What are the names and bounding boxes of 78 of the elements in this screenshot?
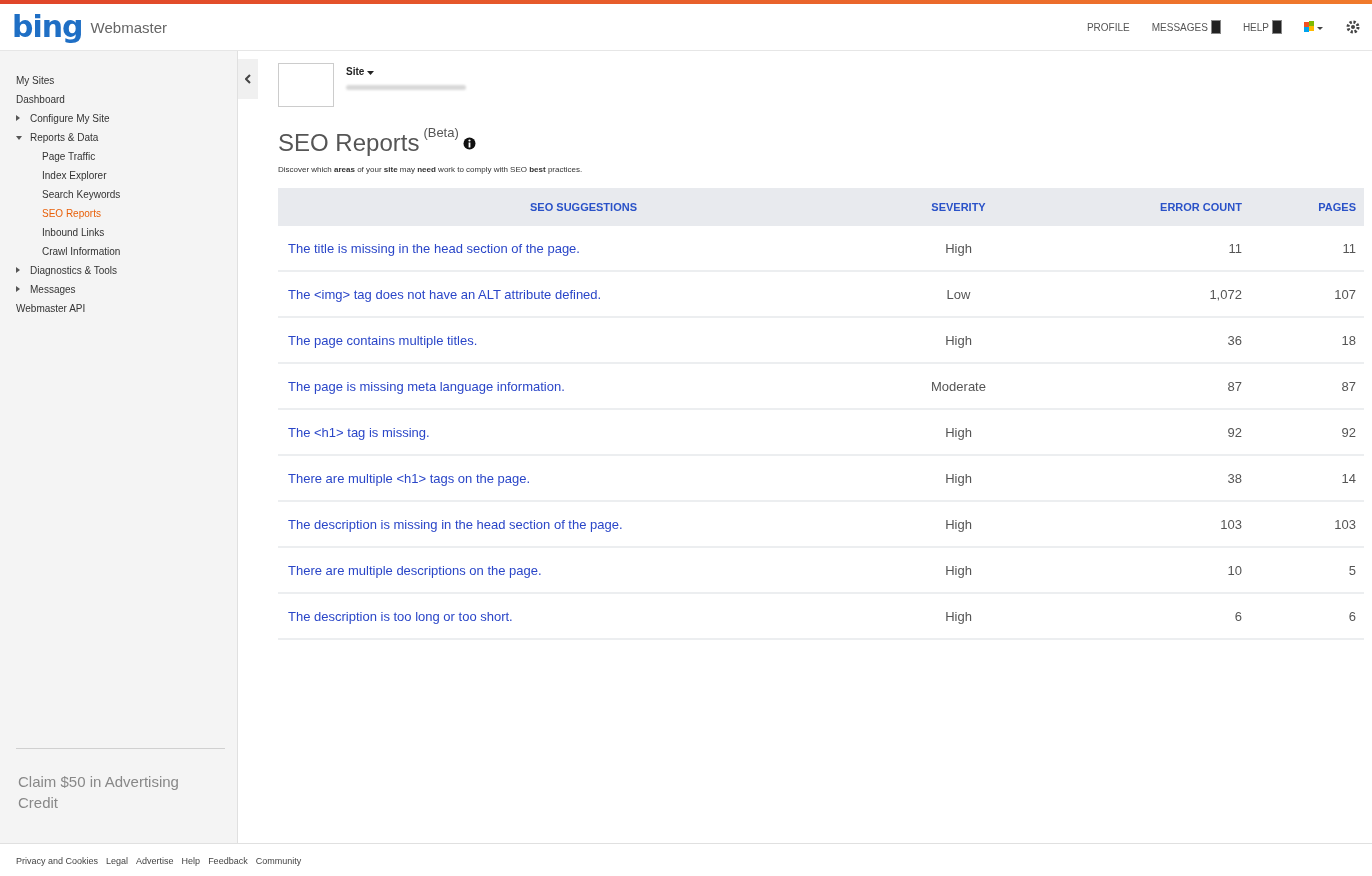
table-cell: High: [889, 226, 1028, 271]
table-cell: 36: [1028, 317, 1250, 363]
caret-down-icon: [16, 136, 22, 140]
settings-icon[interactable]: [1346, 20, 1360, 34]
sidebar-item[interactable]: Diagnostics & Tools: [16, 261, 237, 280]
nav-link[interactable]: PROFILE: [1086, 21, 1130, 33]
caret-down-icon: [367, 71, 375, 75]
caret-right-icon: [16, 267, 20, 273]
table-cell: 92: [1249, 409, 1364, 455]
sidebar-item[interactable]: My Sites: [16, 71, 237, 90]
suggestion-link[interactable]: The description is missing in the head section of the page.: [278, 501, 889, 547]
suggestion-link[interactable]: The description is too long or too short.: [278, 593, 889, 639]
table-cell: Moderate: [889, 363, 1028, 409]
footer-link[interactable]: Feedback: [208, 855, 248, 866]
table-cell: 18: [1249, 317, 1364, 363]
table-cell: 6: [1028, 593, 1250, 639]
column-header[interactable]: SEO SUGGESTIONS: [278, 188, 889, 226]
suggestion-link[interactable]: The page contains multiple titles.: [278, 317, 889, 363]
table-cell: 6: [1249, 593, 1364, 639]
sidebar-item[interactable]: Webmaster API: [16, 299, 237, 318]
table-cell: High: [889, 593, 1028, 639]
footer-link[interactable]: Advertise: [136, 855, 174, 866]
collapse-button[interactable]: [238, 59, 258, 99]
site-thumbnail: [278, 63, 334, 107]
sidebar-item[interactable]: Configure My Site: [16, 109, 237, 128]
page-description: Discover which areas of your site may need work to comply with SEO best practices.: [278, 165, 584, 174]
table-cell: 38: [1028, 455, 1250, 501]
table-cell: 11: [1249, 226, 1364, 271]
logo[interactable]: bing: [12, 12, 83, 42]
caret-right-icon: [16, 115, 20, 121]
sidebar-item[interactable]: Reports & Data: [16, 128, 237, 147]
table-cell: 87: [1028, 363, 1250, 409]
sidebar-item[interactable]: Page Traffic: [42, 147, 237, 166]
column-header[interactable]: PAGES: [1249, 188, 1364, 226]
footer-link[interactable]: Help: [181, 855, 201, 866]
site-dropdown[interactable]: Site: [346, 66, 466, 77]
info-icon[interactable]: [462, 137, 476, 150]
table-cell: 11: [1028, 226, 1250, 271]
table-cell: High: [889, 547, 1028, 593]
table-cell: 92: [1028, 409, 1250, 455]
footer-link[interactable]: Community: [255, 855, 302, 866]
suggestion-link[interactable]: The <img> tag does not have an ALT attribute defined.: [278, 271, 889, 317]
sidebar-item[interactable]: Index Explorer: [42, 166, 237, 185]
nav-link[interactable]: HELP: [1242, 20, 1282, 34]
chevron-left-icon: [245, 74, 251, 84]
table-cell: 103: [1028, 501, 1250, 547]
suggestion-link[interactable]: There are multiple <h1> tags on the page.: [278, 455, 889, 501]
table-cell: 103: [1249, 501, 1364, 547]
sidebar-item[interactable]: Inbound Links: [42, 223, 237, 242]
suggestion-link[interactable]: The page is missing meta language information.: [278, 363, 889, 409]
beta-label: (Beta): [423, 125, 459, 140]
nav-link[interactable]: MESSAGES: [1151, 20, 1221, 34]
table-cell: 87: [1249, 363, 1364, 409]
table-cell: Low: [889, 271, 1028, 317]
table-cell: High: [889, 317, 1028, 363]
table-cell: High: [889, 455, 1028, 501]
sidebar-item[interactable]: Search Keywords: [42, 185, 237, 204]
product-name: Webmaster: [90, 18, 167, 36]
table-cell: 1,072: [1028, 271, 1250, 317]
suggestion-link[interactable]: The <h1> tag is missing.: [278, 409, 889, 455]
column-header[interactable]: SEVERITY: [889, 188, 1028, 226]
table-cell: 5: [1249, 547, 1364, 593]
caret-right-icon: [16, 286, 20, 292]
table-cell: High: [889, 409, 1028, 455]
sidebar-item[interactable]: Dashboard: [16, 90, 237, 109]
table-cell: 10: [1028, 547, 1250, 593]
colored-squares-icon[interactable]: [1304, 21, 1324, 33]
footer-link[interactable]: Legal: [106, 855, 129, 866]
table-cell: High: [889, 501, 1028, 547]
table-cell: 107: [1249, 271, 1364, 317]
page-title: SEO Reports: [278, 129, 420, 157]
footer-link[interactable]: Privacy and Cookies: [16, 855, 99, 866]
table-cell: 14: [1249, 455, 1364, 501]
sidebar-item[interactable]: Crawl Information: [42, 242, 237, 261]
suggestion-link[interactable]: The title is missing in the head section of the page.: [278, 226, 889, 271]
suggestion-link[interactable]: There are multiple descriptions on the page.: [278, 547, 889, 593]
column-header[interactable]: ERROR COUNT: [1028, 188, 1250, 226]
sidebar-item[interactable]: Messages: [16, 280, 237, 299]
